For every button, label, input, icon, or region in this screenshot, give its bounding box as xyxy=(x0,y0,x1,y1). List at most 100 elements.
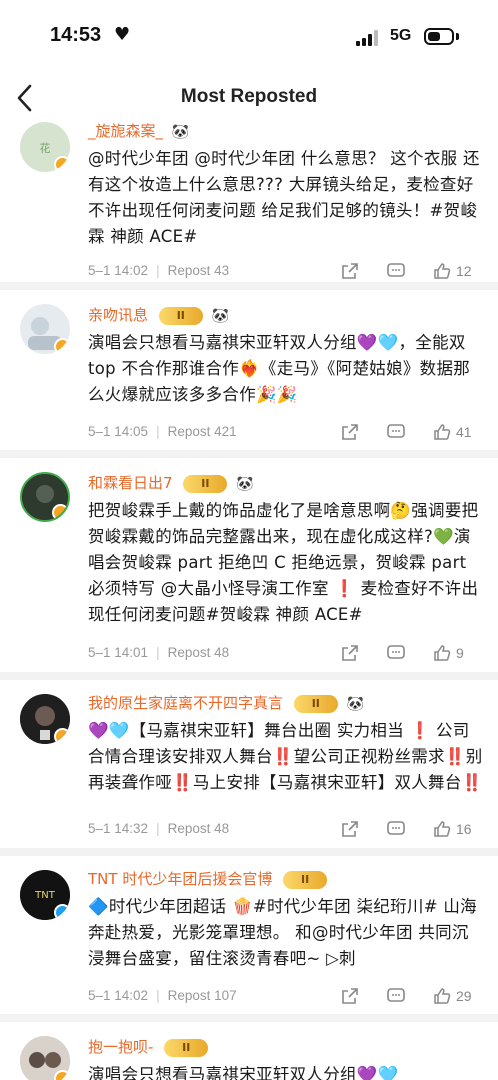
nav-bar: Most Reposted xyxy=(0,74,498,122)
comment-icon xyxy=(387,988,405,1002)
like-count: 41 xyxy=(456,424,472,440)
thumbs-up-icon xyxy=(434,645,451,661)
avatar[interactable]: 花 xyxy=(20,122,70,172)
share-icon xyxy=(342,263,358,279)
like-count: 16 xyxy=(456,821,472,837)
comment-icon xyxy=(387,263,405,277)
share-icon xyxy=(342,424,358,440)
heart-icon: ♥ xyxy=(114,24,131,45)
avatar[interactable]: TNT xyxy=(20,870,70,920)
username-text: _旋旎森案_ xyxy=(88,122,164,140)
post-time: 5–1 14:32 xyxy=(88,821,149,836)
like-button[interactable]: 12 xyxy=(432,261,472,283)
post-content: 演唱会只想看马嘉祺宋亚轩双人分组💜🩵 xyxy=(88,1065,399,1080)
post-meta: 5–1 14:02 | Repost 107 xyxy=(88,988,237,1003)
comment-button[interactable] xyxy=(386,643,406,665)
post-actions: 29 xyxy=(340,986,480,1008)
list-item[interactable]: TNT TNT 时代少年团后援会官博 II 🔷时代少年团超话 🍿#时代少年团 柒… xyxy=(0,856,498,1022)
avatar[interactable] xyxy=(20,304,70,354)
svg-text:花: 花 xyxy=(40,142,51,155)
list-item[interactable]: 抱一抱呗- II 演唱会只想看马嘉祺宋亚轩双人分组💜🩵 xyxy=(0,1022,498,1080)
post-content: 💜🩵【马嘉祺宋亚轩】舞台出圈 实力相当 ❗ 公司合情合理该安排双人舞台‼️望公司… xyxy=(88,721,483,792)
post-content: @时代少年团 @时代少年团 什么意思？ 这个衣服 还有这个妆造上什么意思??? … xyxy=(88,149,480,246)
list-item[interactable]: 花 _旋旎森案_ 🐼 @时代少年团 @时代少年团 什么意思？ 这个衣服 还有这个… xyxy=(0,118,498,290)
post-time: 5–1 14:02 xyxy=(88,988,149,1003)
comment-button[interactable] xyxy=(386,986,406,1008)
like-count: 12 xyxy=(456,263,472,279)
post-actions: 9 xyxy=(340,643,480,665)
member-crown-badge: II xyxy=(283,870,328,889)
repost-count: Repost 48 xyxy=(167,821,230,836)
username-text: TNT 时代少年团后援会官博 xyxy=(88,870,273,888)
share-button[interactable] xyxy=(340,261,360,283)
page-title: Most Reposted xyxy=(180,86,318,107)
avatar[interactable] xyxy=(20,1036,70,1080)
signal-icon xyxy=(356,30,380,46)
comment-button[interactable] xyxy=(386,819,406,841)
battery-icon xyxy=(424,28,454,45)
like-count: 29 xyxy=(456,988,472,1004)
username[interactable]: 亲吻讯息 II 🐼 xyxy=(88,304,229,325)
battery-tip xyxy=(456,33,459,40)
post-time: 5–1 14:05 xyxy=(88,424,149,439)
network-label: 5G xyxy=(390,27,412,44)
list-item[interactable]: 亲吻讯息 II 🐼 演唱会只想看马嘉祺宋亚轩双人分组💜🩵，全能双 top 不合作… xyxy=(0,290,498,458)
comment-icon xyxy=(387,821,405,835)
post-actions: 16 xyxy=(340,819,480,841)
share-button[interactable] xyxy=(340,422,360,444)
thumbs-up-icon xyxy=(434,263,451,279)
list-item[interactable]: 我的原生家庭离不开四字真言 II 🐼 💜🩵【马嘉祺宋亚轩】舞台出圈 实力相当 ❗… xyxy=(0,680,498,856)
status-bar: 14:53 ♥ 5G xyxy=(0,0,498,74)
svg-text:TNT: TNT xyxy=(34,890,56,901)
panda-icon: 🐼 xyxy=(346,695,365,712)
username[interactable]: 我的原生家庭离不开四字真言 II 🐼 xyxy=(88,692,364,713)
avatar[interactable] xyxy=(20,694,70,744)
share-button[interactable] xyxy=(340,643,360,665)
thumbs-up-icon xyxy=(434,424,451,440)
repost-count: Repost 43 xyxy=(167,263,230,278)
share-icon xyxy=(342,988,358,1004)
panda-icon: 🐼 xyxy=(171,123,190,140)
comment-button[interactable] xyxy=(386,422,406,444)
username-text: 亲吻讯息 xyxy=(88,306,149,324)
panda-icon: 🐼 xyxy=(211,307,230,324)
share-button[interactable] xyxy=(340,819,360,841)
post-time: 5–1 14:02 xyxy=(88,263,149,278)
username[interactable]: 抱一抱呗- II xyxy=(88,1036,209,1057)
verified-badge xyxy=(54,904,70,920)
like-button[interactable]: 16 xyxy=(432,819,472,841)
member-crown-badge: II xyxy=(164,1038,209,1057)
username-text: 抱一抱呗- xyxy=(88,1038,154,1056)
list-item[interactable]: 和霖看日出7 II 🐼 把贺峻霖手上戴的饰品虚化了是啥意思啊🤔强调要把贺峻霖戴的… xyxy=(0,458,498,680)
post-meta: 5–1 14:32 | Repost 48 xyxy=(88,821,230,836)
post-content: 把贺峻霖手上戴的饰品虚化了是啥意思啊🤔强调要把贺峻霖戴的饰品完整露出来，现在虚化… xyxy=(88,501,479,624)
post-actions: 12 xyxy=(340,261,480,283)
username[interactable]: _旋旎森案_ 🐼 xyxy=(88,120,189,141)
like-button[interactable]: 9 xyxy=(432,643,464,665)
thumbs-up-icon xyxy=(434,821,451,837)
repost-count: Repost 421 xyxy=(167,424,237,439)
verified-badge xyxy=(54,338,70,354)
verified-badge xyxy=(54,1070,70,1080)
share-icon xyxy=(342,645,358,661)
status-time: 14:53 xyxy=(50,24,102,46)
post-meta: 5–1 14:01 | Repost 48 xyxy=(88,645,230,660)
username[interactable]: TNT 时代少年团后援会官博 II xyxy=(88,868,328,889)
post-meta: 5–1 14:05 | Repost 421 xyxy=(88,424,237,439)
share-icon xyxy=(342,821,358,837)
share-button[interactable] xyxy=(340,986,360,1008)
repost-count: Repost 48 xyxy=(167,645,230,660)
like-button[interactable]: 29 xyxy=(432,986,472,1008)
comment-button[interactable] xyxy=(386,261,406,283)
like-count: 9 xyxy=(456,645,464,661)
verified-badge xyxy=(54,156,70,172)
avatar[interactable] xyxy=(20,472,70,522)
member-crown-badge: II xyxy=(183,474,228,493)
username[interactable]: 和霖看日出7 II 🐼 xyxy=(88,472,254,493)
post-content: 🔷时代少年团超话 🍿#时代少年团 柒纪珩川# 山海奔赴热爱，光影笼罩理想。 和@… xyxy=(88,897,477,968)
username-text: 我的原生家庭离不开四字真言 xyxy=(88,694,284,712)
like-button[interactable]: 41 xyxy=(432,422,472,444)
verified-badge xyxy=(54,728,70,744)
post-actions: 41 xyxy=(340,422,480,444)
post-time: 5–1 14:01 xyxy=(88,645,149,660)
